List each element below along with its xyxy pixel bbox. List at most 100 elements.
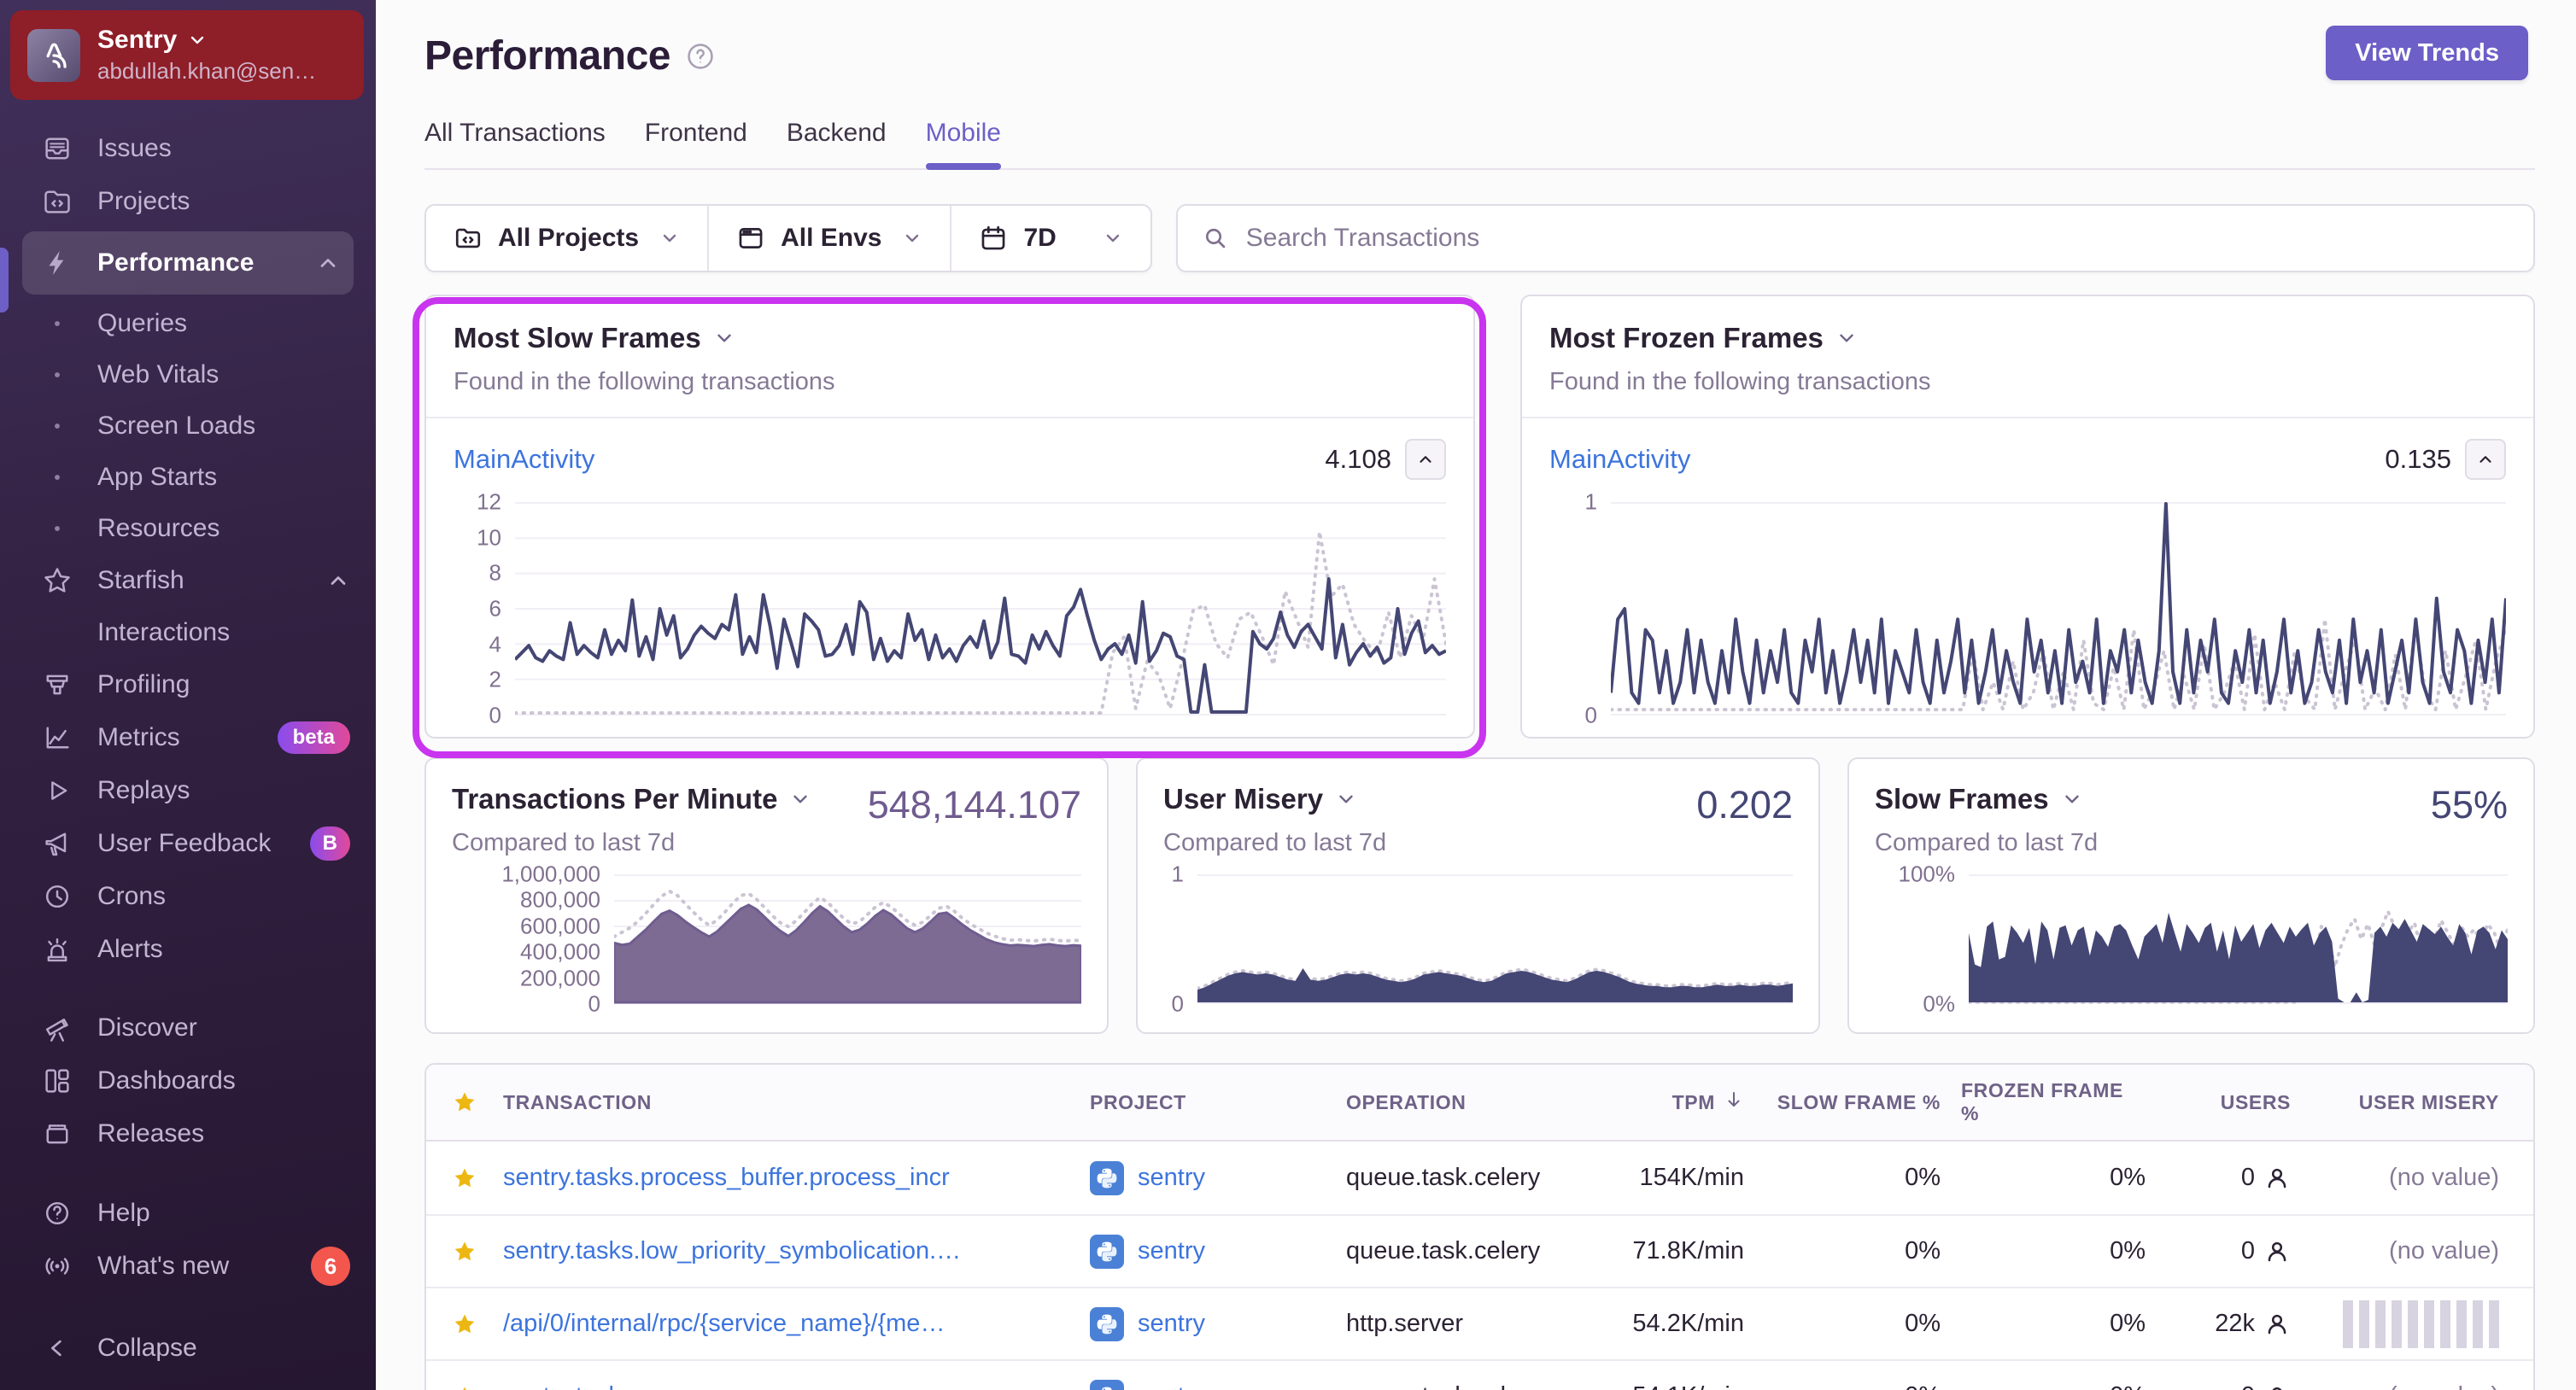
y-tick-label: 100% — [1898, 861, 1956, 887]
sidebar-item-starfish[interactable]: Starfish — [0, 554, 376, 607]
tab-mobile[interactable]: Mobile — [925, 119, 1002, 170]
sidebar-item-alerts[interactable]: Alerts — [0, 923, 376, 976]
megaphone-icon — [41, 827, 73, 860]
project-filter[interactable]: All Projects — [426, 206, 707, 271]
badge-b: B — [309, 826, 350, 861]
sidebar-item-whats-new[interactable]: What's new 6 — [0, 1240, 376, 1293]
sidebar-item-queries[interactable]: Queries — [0, 298, 376, 349]
sidebar-item-resources[interactable]: Resources — [0, 503, 376, 554]
star-toggle[interactable] — [426, 1165, 503, 1191]
sidebar-item-label: Interactions — [97, 618, 231, 646]
project-link[interactable]: sentry — [1138, 1382, 1205, 1390]
user-misery-dropdown[interactable]: User Misery — [1163, 783, 1386, 815]
transaction-link[interactable]: MainActivity — [1549, 444, 1690, 475]
column-header-project[interactable]: PROJECT — [1090, 1091, 1346, 1114]
sidebar-item-performance[interactable]: Performance — [22, 231, 354, 295]
most-frozen-frames-chart: 10 — [1549, 489, 2506, 728]
slow-frames-dropdown[interactable]: Slow Frames — [1875, 783, 2098, 815]
chevron-up-icon — [1420, 456, 1431, 463]
star-column-header[interactable] — [426, 1089, 503, 1115]
column-header-tpm[interactable]: TPM — [1602, 1089, 1765, 1115]
search-icon — [1205, 228, 1226, 248]
org-dropdown[interactable]: Sentry abdullah.khan@sen… — [10, 10, 364, 100]
sidebar: Sentry abdullah.khan@sen… Issues Projects… — [0, 0, 376, 1390]
widget-title: Transactions Per Minute — [452, 783, 778, 815]
slow-frame-value: 0% — [1765, 1382, 1961, 1390]
project-link[interactable]: sentry — [1138, 1164, 1205, 1192]
column-header-user-misery[interactable]: USER MISERY — [2311, 1091, 2533, 1114]
date-range-filter[interactable]: 7D — [950, 206, 1150, 271]
transaction-link[interactable]: sentry.tasks.process_buffer.process_incr — [503, 1164, 950, 1192]
user-icon — [2255, 1383, 2291, 1390]
transaction-link[interactable]: MainActivity — [454, 444, 594, 475]
column-header-frozen-frame[interactable]: FROZEN FRAME % — [1961, 1079, 2166, 1125]
environment-filter[interactable]: All Envs — [707, 206, 950, 271]
y-tick-label: 0 — [489, 702, 501, 728]
star-toggle[interactable] — [426, 1311, 503, 1337]
users-value: 0 — [2166, 1382, 2311, 1390]
sidebar-item-dashboards[interactable]: Dashboards — [0, 1054, 376, 1107]
releases-icon — [41, 1118, 73, 1150]
tab-frontend[interactable]: Frontend — [645, 119, 747, 168]
column-header-users[interactable]: USERS — [2166, 1091, 2311, 1114]
star-icon — [452, 1311, 477, 1337]
y-axis-labels: 100% 0% — [1875, 861, 1969, 1017]
sidebar-item-help[interactable]: Help — [0, 1187, 376, 1240]
python-platform-icon — [1090, 1379, 1124, 1390]
transaction-link[interactable]: /api/0/internal/rpc/{service_name}/{me… — [503, 1310, 945, 1338]
tpm-dropdown[interactable]: Transactions Per Minute — [452, 783, 811, 815]
operation-value: queue.task.celery — [1346, 1164, 1541, 1191]
sidebar-item-screen-loads[interactable]: Screen Loads — [0, 400, 376, 452]
sidebar-item-user-feedback[interactable]: User Feedback B — [0, 817, 376, 870]
sidebar-item-metrics[interactable]: Metrics beta — [0, 711, 376, 764]
folder-code-icon — [455, 228, 481, 248]
transaction-link[interactable]: sentry.tasks.… — [503, 1382, 665, 1390]
column-header-operation[interactable]: OPERATION — [1346, 1091, 1602, 1114]
sidebar-item-projects[interactable]: Projects — [0, 175, 376, 228]
star-toggle[interactable] — [426, 1384, 503, 1390]
chevron-down-icon — [717, 334, 731, 342]
users-value: 0 — [2166, 1237, 2311, 1265]
frozen-frame-value: 0% — [1961, 1382, 2166, 1390]
project-link[interactable]: sentry — [1138, 1237, 1205, 1265]
sidebar-item-app-starts[interactable]: App Starts — [0, 452, 376, 503]
widget-title: Most Slow Frames — [454, 322, 701, 353]
collapse-chart-button[interactable] — [1405, 439, 1446, 480]
sidebar-item-interactions[interactable]: Interactions — [0, 607, 376, 658]
user-misery-widget: User Misery Compared to last 7d 0.202 10 — [1136, 757, 1820, 1034]
badge-beta: beta — [277, 721, 350, 754]
issues-icon — [41, 132, 73, 165]
tpm-chart: 1,000,000 800,000 600,000 400,000 200,000 0 — [452, 861, 1081, 1017]
sidebar-item-profiling[interactable]: Profiling — [0, 658, 376, 711]
most-frozen-frames-dropdown[interactable]: Most Frozen Frames — [1549, 322, 2506, 354]
python-platform-icon — [1090, 1234, 1124, 1269]
y-tick-label: 8 — [489, 559, 501, 586]
help-circle-icon[interactable] — [686, 42, 715, 71]
star-icon — [452, 1384, 477, 1390]
sidebar-item-issues[interactable]: Issues — [0, 122, 376, 175]
y-axis-labels: 10 — [1163, 861, 1197, 1017]
user-icon — [2255, 1238, 2291, 1265]
project-link[interactable]: sentry — [1138, 1310, 1205, 1338]
sidebar-item-releases[interactable]: Releases — [0, 1107, 376, 1160]
view-trends-button[interactable]: View Trends — [2326, 26, 2528, 80]
sidebar-item-collapse[interactable]: Collapse — [0, 1322, 376, 1375]
column-header-slow-frame[interactable]: SLOW FRAME % — [1765, 1091, 1961, 1114]
star-toggle[interactable] — [426, 1239, 503, 1264]
most-slow-frames-dropdown[interactable]: Most Slow Frames — [454, 322, 1446, 354]
column-header-transaction[interactable]: TRANSACTION — [503, 1091, 1090, 1114]
transaction-link[interactable]: sentry.tasks.low_priority_symbolication.… — [503, 1237, 961, 1265]
sidebar-item-crons[interactable]: Crons — [0, 870, 376, 923]
collapse-chart-button[interactable] — [2465, 439, 2506, 480]
sidebar-item-web-vitals[interactable]: Web Vitals — [0, 349, 376, 400]
date-range-label: 7D — [1023, 224, 1057, 252]
sidebar-item-discover[interactable]: Discover — [0, 1002, 376, 1054]
tab-backend[interactable]: Backend — [787, 119, 887, 168]
tab-all-transactions[interactable]: All Transactions — [424, 119, 606, 168]
bullet-icon — [41, 307, 73, 340]
main-area: Performance View Trends All Transactions… — [376, 0, 2576, 1390]
search-input[interactable] — [1245, 224, 2509, 253]
chevron-up-icon — [2479, 456, 2491, 463]
dashboards-icon — [41, 1065, 73, 1097]
sidebar-item-replays[interactable]: Replays — [0, 764, 376, 817]
